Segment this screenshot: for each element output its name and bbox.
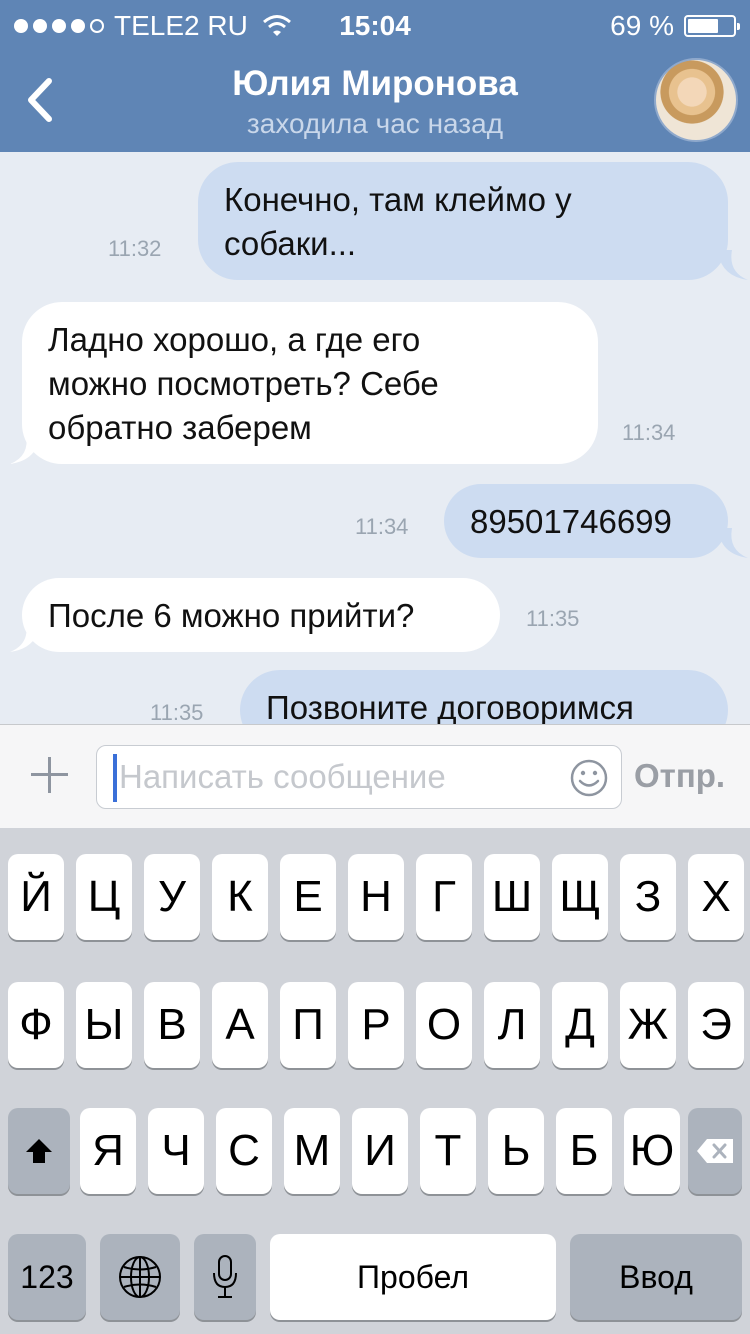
backspace-icon <box>697 1139 733 1163</box>
chevron-left-icon <box>28 78 52 122</box>
keyboard-key[interactable]: Ф <box>8 982 64 1068</box>
incoming-message-bubble[interactable]: Ладно хорошо, а где его можно посмотреть… <box>22 302 598 464</box>
globe-icon <box>119 1256 161 1298</box>
back-button[interactable] <box>14 70 64 130</box>
keyboard-key[interactable]: Ч <box>148 1108 204 1194</box>
keyboard-key[interactable]: З <box>620 854 676 940</box>
shift-arrow-icon <box>26 1139 52 1163</box>
attach-plus-icon[interactable] <box>28 753 72 797</box>
keyboard-key[interactable]: Л <box>484 982 540 1068</box>
incoming-message-bubble[interactable]: После 6 можно прийти? <box>22 578 500 652</box>
keyboard-key[interactable]: Ш <box>484 854 540 940</box>
keyboard-key[interactable]: Н <box>348 854 404 940</box>
battery-fill <box>688 19 719 33</box>
keyboard-key[interactable]: П <box>280 982 336 1068</box>
keyboard-key[interactable]: Э <box>688 982 744 1068</box>
keyboard-key[interactable]: О <box>416 982 472 1068</box>
keyboard-key[interactable]: Ь <box>488 1108 544 1194</box>
message-text: собаки... <box>224 225 357 262</box>
keyboard-key[interactable]: Ц <box>76 854 132 940</box>
return-key[interactable]: Ввод <box>570 1234 742 1320</box>
battery-status: 69 % <box>610 10 740 42</box>
message-time: 11:34 <box>355 514 409 539</box>
keyboard-key[interactable]: И <box>352 1108 408 1194</box>
bubble-tail <box>718 250 748 280</box>
message-text: После 6 можно прийти? <box>48 597 415 634</box>
send-button[interactable]: Отпр. <box>634 757 725 795</box>
message-time: 11:35 <box>150 700 204 724</box>
avatar[interactable] <box>654 58 738 142</box>
microphone-icon <box>213 1255 237 1298</box>
message-text: Ладно хорошо, а где его <box>48 321 421 358</box>
shift-key[interactable] <box>8 1108 70 1194</box>
keyboard-key[interactable]: Ы <box>76 982 132 1068</box>
keyboard-key[interactable]: Х <box>688 854 744 940</box>
space-key[interactable]: Пробел <box>270 1234 556 1320</box>
message-text: Конечно, там клеймо у <box>224 181 572 218</box>
outgoing-message-bubble[interactable]: 89501746699 <box>444 484 728 558</box>
keyboard-key[interactable]: У <box>144 854 200 940</box>
keyboard-key[interactable]: А <box>212 982 268 1068</box>
message-time: 11:34 <box>622 420 676 445</box>
keyboard-key[interactable]: Р <box>348 982 404 1068</box>
keyboard-key[interactable]: К <box>212 854 268 940</box>
message-time: 11:32 <box>108 236 162 261</box>
status-bar: TELE2 RU 15:04 69 % <box>0 0 750 52</box>
keyboard-key[interactable]: Я <box>80 1108 136 1194</box>
message-list[interactable]: Конечно, там клеймо у собаки... 11:32 Ла… <box>0 152 750 724</box>
emoji-smiley-icon[interactable] <box>569 758 609 798</box>
backspace-key[interactable] <box>688 1108 742 1194</box>
nav-header: TELE2 RU 15:04 69 % Юлия Миронова заходи… <box>0 0 750 152</box>
message-input[interactable]: Написать сообщение <box>96 745 622 809</box>
message-time: 11:35 <box>526 606 580 631</box>
keyboard-key[interactable]: С <box>216 1108 272 1194</box>
battery-icon <box>684 15 740 37</box>
contact-name[interactable]: Юлия Миронова <box>150 64 600 104</box>
bubble-tail <box>10 434 40 464</box>
keyboard-key[interactable]: Е <box>280 854 336 940</box>
keyboard-key[interactable]: Ю <box>624 1108 680 1194</box>
outgoing-message-bubble[interactable]: Конечно, там клеймо у собаки... <box>198 162 728 280</box>
keyboard: ЙЦУКЕНГШЩЗХ ФЫВАПРОЛДЖЭ ЯЧСМИТЬБЮ 123 Пр… <box>0 828 750 1334</box>
last-seen-status: заходила час назад <box>246 108 504 139</box>
keyboard-key[interactable]: Ж <box>620 982 676 1068</box>
message-text: 89501746699 <box>470 503 672 540</box>
message-text: можно посмотреть? Себе <box>48 365 439 402</box>
keyboard-key[interactable]: Д <box>552 982 608 1068</box>
keyboard-key[interactable]: Т <box>420 1108 476 1194</box>
dictation-key[interactable] <box>194 1234 256 1320</box>
keyboard-key[interactable]: В <box>144 982 200 1068</box>
battery-percent: 69 % <box>610 10 674 41</box>
message-text: обратно заберем <box>48 409 312 446</box>
message-text: Позвоните договоримся <box>266 689 634 724</box>
keyboard-key[interactable]: Г <box>416 854 472 940</box>
message-input-placeholder: Написать сообщение <box>119 758 446 795</box>
globe-key[interactable] <box>100 1234 180 1320</box>
keyboard-key[interactable]: Й <box>8 854 64 940</box>
bubble-tail <box>718 528 748 558</box>
keyboard-key[interactable]: Б <box>556 1108 612 1194</box>
numbers-key[interactable]: 123 <box>8 1234 86 1320</box>
text-cursor <box>113 754 117 802</box>
keyboard-key[interactable]: Щ <box>552 854 608 940</box>
outgoing-message-bubble[interactable]: Позвоните договоримся <box>240 670 728 724</box>
compose-bar: Написать сообщение Отпр. <box>0 724 750 828</box>
keyboard-key[interactable]: М <box>284 1108 340 1194</box>
bubble-tail <box>10 622 40 652</box>
